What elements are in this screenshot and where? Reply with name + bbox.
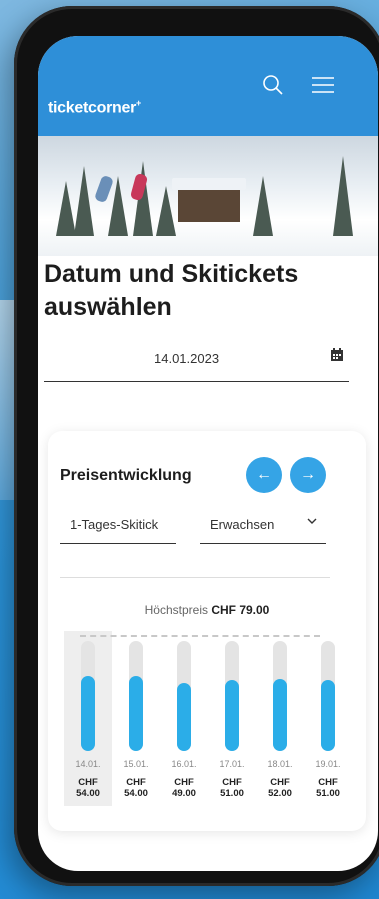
- calendar-icon[interactable]: [329, 347, 345, 363]
- menu-icon[interactable]: [310, 72, 336, 98]
- search-icon[interactable]: [260, 72, 286, 98]
- bar: [321, 680, 335, 751]
- price-trend-card: Preisentwicklung ← → 1-Tages-Skitick Erw…: [48, 431, 366, 831]
- bar-track[interactable]: [321, 641, 335, 751]
- price-label: CHF 51.00: [220, 777, 244, 799]
- phone-frame: ticketcorner+ Datum und Skitickets auswä…: [14, 6, 379, 886]
- bar-track[interactable]: [81, 641, 95, 751]
- bar-track[interactable]: [273, 641, 287, 751]
- x-tick-label: 18.01.: [267, 759, 293, 769]
- age-category-select[interactable]: Erwachsen: [200, 509, 326, 544]
- x-tick-label: 17.01.: [219, 759, 245, 769]
- x-tick-label: 19.01.: [315, 759, 341, 769]
- x-tick-label: 16.01.: [171, 759, 197, 769]
- date-value: 14.01.2023: [154, 351, 220, 366]
- bar: [225, 680, 239, 751]
- age-category-value: Erwachsen: [210, 517, 275, 532]
- page-title: Datum und Skitickets auswählen: [44, 258, 364, 324]
- hero-image-skiers: [38, 136, 378, 256]
- max-price-line: [80, 635, 320, 637]
- next-button[interactable]: →: [290, 457, 326, 493]
- date-input[interactable]: 14.01.2023: [44, 341, 349, 382]
- logo-mark: +: [136, 98, 141, 108]
- page-title-line-2: auswählen: [44, 293, 172, 321]
- logo-text: ticketcorner: [48, 99, 136, 117]
- x-tick-label: 14.01.: [75, 759, 101, 769]
- price-label: CHF 54.00: [124, 777, 148, 799]
- phone-screen: ticketcorner+ Datum und Skitickets auswä…: [38, 36, 378, 871]
- x-tick-label: 15.01.: [123, 759, 149, 769]
- ticketcorner-logo[interactable]: ticketcorner+: [48, 98, 141, 117]
- ticket-type-value: 1-Tages-Skitick: [70, 517, 159, 532]
- bar: [273, 679, 287, 751]
- bar-track[interactable]: [177, 641, 191, 751]
- bar: [81, 676, 95, 751]
- price-label: CHF 49.00: [172, 777, 196, 799]
- page-title-line-1: Datum und Skitickets: [44, 260, 299, 288]
- card-title: Preisentwicklung: [60, 467, 192, 484]
- chevron-down-icon: [306, 515, 318, 530]
- max-price: Höchstpreis CHF 79.00: [48, 603, 366, 617]
- divider: [60, 577, 330, 578]
- max-price-label: Höchstpreis: [144, 603, 208, 617]
- price-chart: 14.01. CHF 54.00 15.01. CHF 54.00 16.01. CHF 49.…: [56, 631, 346, 821]
- max-price-value: CHF 79.00: [211, 603, 270, 617]
- price-label: CHF 52.00: [268, 777, 292, 799]
- price-label: CHF 54.00: [76, 777, 100, 799]
- bar-track[interactable]: [225, 641, 239, 751]
- bar: [129, 676, 143, 751]
- bar: [177, 683, 191, 751]
- price-label: CHF 51.00: [316, 777, 340, 799]
- ticket-type-select[interactable]: 1-Tages-Skitick: [60, 509, 176, 544]
- app-header: ticketcorner+: [38, 36, 378, 136]
- prev-button[interactable]: ←: [246, 457, 282, 493]
- bar-track[interactable]: [129, 641, 143, 751]
